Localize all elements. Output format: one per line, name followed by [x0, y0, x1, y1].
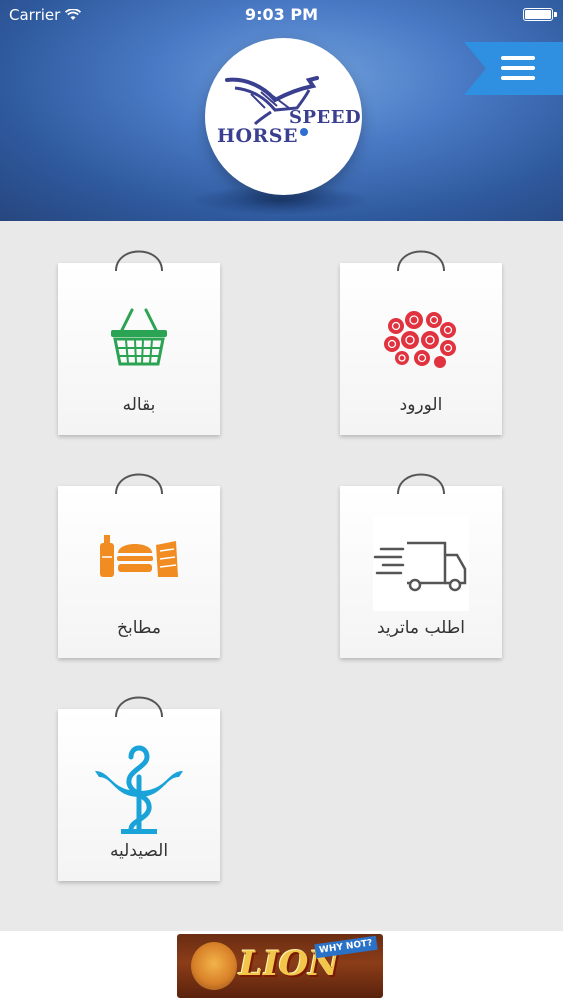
pharmacy-icon [58, 737, 220, 835]
delivery-truck-icon [340, 515, 502, 611]
ad-area: LION WHY NOT? [0, 931, 563, 1000]
grocery-basket-icon [58, 308, 220, 368]
category-card-flowers[interactable]: الورود [340, 250, 502, 435]
category-card-grocery[interactable]: بقاله [58, 250, 220, 435]
bag-handle [115, 473, 163, 495]
hamburger-menu-icon [501, 56, 535, 86]
flowers-icon [340, 308, 502, 370]
category-label: الصيدليه [109, 841, 169, 861]
category-label: الورود [399, 395, 443, 415]
logo-word-horse: HORSE [217, 125, 298, 147]
battery-icon [523, 8, 557, 21]
category-card-delivery[interactable]: اطلب ماتريد [340, 473, 502, 658]
lion-logo-icon [191, 942, 237, 990]
bag-handle [397, 473, 445, 495]
bag-handle [397, 250, 445, 272]
ad-banner[interactable]: LION WHY NOT? [177, 934, 383, 998]
app-header: Carrier 9:03 PM SPEED HORSE [0, 0, 563, 221]
fast-food-icon [58, 531, 220, 581]
status-bar: Carrier 9:03 PM [0, 0, 563, 30]
ad-tag: WHY NOT? [314, 935, 378, 959]
app-logo: SPEED HORSE [205, 38, 362, 195]
bag-handle [115, 696, 163, 718]
status-time: 9:03 PM [244, 5, 318, 24]
category-label: بقاله [122, 395, 156, 415]
logo-word-speed: SPEED [289, 107, 362, 128]
menu-button[interactable] [464, 42, 563, 95]
category-card-kitchens[interactable]: مطابخ [58, 473, 220, 658]
category-label: مطابخ [117, 618, 161, 638]
category-card-pharmacy[interactable]: الصيدليه [58, 696, 220, 881]
bag-handle [115, 250, 163, 272]
category-label: اطلب ماتريد [376, 618, 466, 638]
